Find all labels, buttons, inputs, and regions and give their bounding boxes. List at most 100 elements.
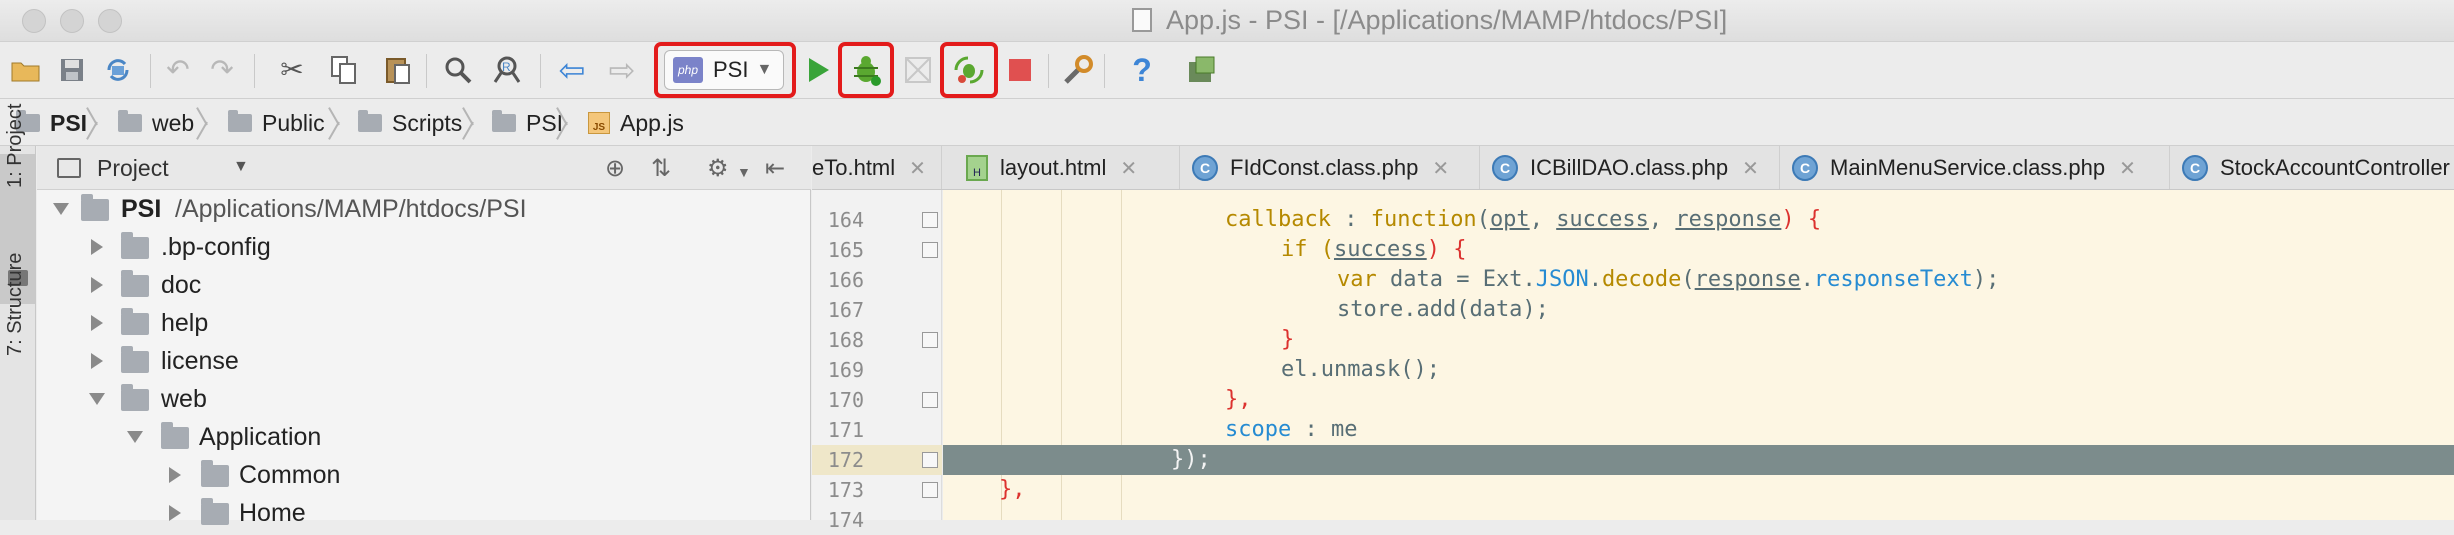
chevron-down-icon[interactable]: ▼ bbox=[233, 158, 249, 176]
tab-layout-html[interactable]: H layout.html ✕ bbox=[954, 146, 1180, 189]
locate-icon[interactable]: ⊕ bbox=[605, 154, 625, 183]
code-editor[interactable]: callback : function(opt, success, respon… bbox=[943, 190, 2454, 520]
copy-icon[interactable] bbox=[326, 52, 362, 88]
run-config-dropdown[interactable]: php PSI ▼ bbox=[664, 50, 784, 90]
project-panel-header: Project ▼ ⊕ ⇅ ⚙ ▼ ⇤ bbox=[37, 146, 811, 190]
fold-marker-icon[interactable] bbox=[922, 212, 938, 228]
close-icon[interactable]: ✕ bbox=[1432, 156, 1449, 181]
folder-icon bbox=[161, 422, 189, 449]
open-icon[interactable] bbox=[8, 52, 44, 88]
document-icon bbox=[1132, 8, 1152, 32]
run-icon[interactable] bbox=[800, 52, 836, 88]
class-icon: C bbox=[1792, 155, 1818, 181]
folder-icon bbox=[201, 498, 229, 525]
line-number: 174 bbox=[827, 508, 864, 532]
tree-item[interactable]: license bbox=[37, 342, 811, 380]
gear-icon[interactable]: ⚙ bbox=[707, 154, 729, 183]
hide-panel-icon[interactable]: ⇤ bbox=[765, 154, 785, 183]
listen-debug-icon[interactable] bbox=[951, 52, 987, 88]
find-icon[interactable] bbox=[440, 52, 476, 88]
gear-menu-chevron-icon[interactable]: ▼ bbox=[737, 164, 751, 180]
replace-icon[interactable]: R bbox=[490, 52, 526, 88]
code-line: } bbox=[1281, 327, 1295, 352]
close-icon[interactable]: ✕ bbox=[909, 156, 926, 181]
stop-icon[interactable] bbox=[1002, 52, 1038, 88]
back-icon[interactable]: ⇦ bbox=[554, 52, 590, 88]
title-bar: App.js - PSI - [/Applications/MAMP/htdoc… bbox=[0, 0, 2454, 42]
paste-icon[interactable] bbox=[380, 52, 416, 88]
tree-item[interactable]: Application bbox=[37, 418, 811, 456]
code-line: store.add(data); bbox=[1337, 297, 1549, 322]
expand-arrow-icon[interactable] bbox=[91, 239, 103, 255]
close-icon[interactable]: ✕ bbox=[2119, 156, 2136, 181]
html-file-icon: H bbox=[966, 155, 988, 181]
expand-arrow-icon[interactable] bbox=[91, 277, 103, 293]
expand-arrow-icon[interactable] bbox=[89, 393, 105, 405]
svg-text:R: R bbox=[502, 60, 511, 74]
breadcrumb: PSI web Public Scripts PSI JS App.js bbox=[0, 99, 2454, 146]
code-line: el.unmask(); bbox=[1281, 357, 1440, 382]
settings-icon[interactable] bbox=[1060, 52, 1096, 88]
zoom-window-button[interactable] bbox=[98, 9, 122, 33]
line-number: 167 bbox=[827, 298, 864, 322]
expand-arrow-icon[interactable] bbox=[169, 505, 181, 521]
tab-eto-html[interactable]: eTo.html ✕ bbox=[812, 146, 942, 189]
tab-icbilldao-class-php[interactable]: C ICBillDAO.class.php ✕ bbox=[1480, 146, 1780, 189]
breadcrumb-item-web[interactable]: web bbox=[118, 108, 194, 138]
expand-arrow-icon[interactable] bbox=[91, 315, 103, 331]
tab-stockaccountcontroller[interactable]: C StockAccountController bbox=[2170, 146, 2454, 189]
collapse-all-icon[interactable]: ⇅ bbox=[651, 154, 671, 183]
structure-tool-tab[interactable]: 7: Structure bbox=[4, 253, 27, 356]
run-config-label: PSI bbox=[713, 57, 749, 82]
breadcrumb-item-psi-folder[interactable]: PSI bbox=[492, 108, 563, 138]
project-view-selector[interactable]: Project bbox=[97, 155, 169, 182]
folder-icon bbox=[358, 110, 382, 132]
tab-mainmenuservice-class-php[interactable]: C MainMenuService.class.php ✕ bbox=[1780, 146, 2170, 189]
breadcrumb-item-scripts[interactable]: Scripts bbox=[358, 108, 462, 138]
folder-icon bbox=[121, 270, 149, 297]
class-icon: C bbox=[1492, 155, 1518, 181]
cut-icon[interactable]: ✂ bbox=[274, 52, 310, 88]
fold-marker-icon[interactable] bbox=[922, 332, 938, 348]
minimize-window-button[interactable] bbox=[60, 9, 84, 33]
expand-arrow-icon[interactable] bbox=[53, 203, 69, 215]
breadcrumb-item-app-js[interactable]: JS App.js bbox=[588, 108, 684, 138]
debug-icon[interactable] bbox=[848, 52, 884, 88]
chevron-down-icon: ▼ bbox=[756, 61, 773, 78]
help-icon[interactable]: ? bbox=[1124, 52, 1160, 88]
tree-item[interactable]: doc bbox=[37, 266, 811, 304]
fold-marker-icon[interactable] bbox=[922, 242, 938, 258]
forward-icon[interactable]: ⇨ bbox=[604, 52, 640, 88]
expand-arrow-icon[interactable] bbox=[91, 353, 103, 369]
tree-item[interactable]: web bbox=[37, 380, 811, 418]
code-line: scope : me bbox=[1225, 417, 1358, 442]
sync-icon[interactable] bbox=[100, 52, 136, 88]
tree-root[interactable]: PSI /Applications/MAMP/htdocs/PSI bbox=[37, 190, 811, 228]
sdk-icon[interactable] bbox=[1184, 52, 1220, 88]
folder-icon bbox=[201, 460, 229, 487]
tree-item[interactable]: Home bbox=[37, 494, 811, 532]
project-icon bbox=[57, 158, 81, 178]
line-number: 171 bbox=[827, 418, 864, 442]
fold-marker-icon[interactable] bbox=[922, 392, 938, 408]
close-icon[interactable]: ✕ bbox=[1742, 156, 1759, 181]
coverage-icon[interactable] bbox=[900, 52, 936, 88]
redo-icon[interactable]: ↷ bbox=[204, 52, 240, 88]
fold-marker-icon[interactable] bbox=[922, 482, 938, 498]
undo-icon[interactable]: ↶ bbox=[160, 52, 196, 88]
breadcrumb-item-psi[interactable]: PSI bbox=[16, 108, 87, 138]
expand-arrow-icon[interactable] bbox=[127, 431, 143, 443]
fold-marker-icon[interactable] bbox=[922, 452, 938, 468]
tree-item[interactable]: help bbox=[37, 304, 811, 342]
project-tool-tab[interactable]: 1: Project bbox=[4, 104, 27, 188]
tree-item[interactable]: Common bbox=[37, 456, 811, 494]
folder-icon bbox=[118, 110, 142, 132]
tab-fidconst-class-php[interactable]: C FIdConst.class.php ✕ bbox=[1180, 146, 1480, 189]
tree-item[interactable]: .bp-config bbox=[37, 228, 811, 266]
close-icon[interactable]: ✕ bbox=[1120, 156, 1137, 181]
line-number: 165 bbox=[827, 238, 864, 262]
breadcrumb-item-public[interactable]: Public bbox=[228, 108, 325, 138]
save-icon[interactable] bbox=[54, 52, 90, 88]
close-window-button[interactable] bbox=[22, 9, 46, 33]
expand-arrow-icon[interactable] bbox=[169, 467, 181, 483]
